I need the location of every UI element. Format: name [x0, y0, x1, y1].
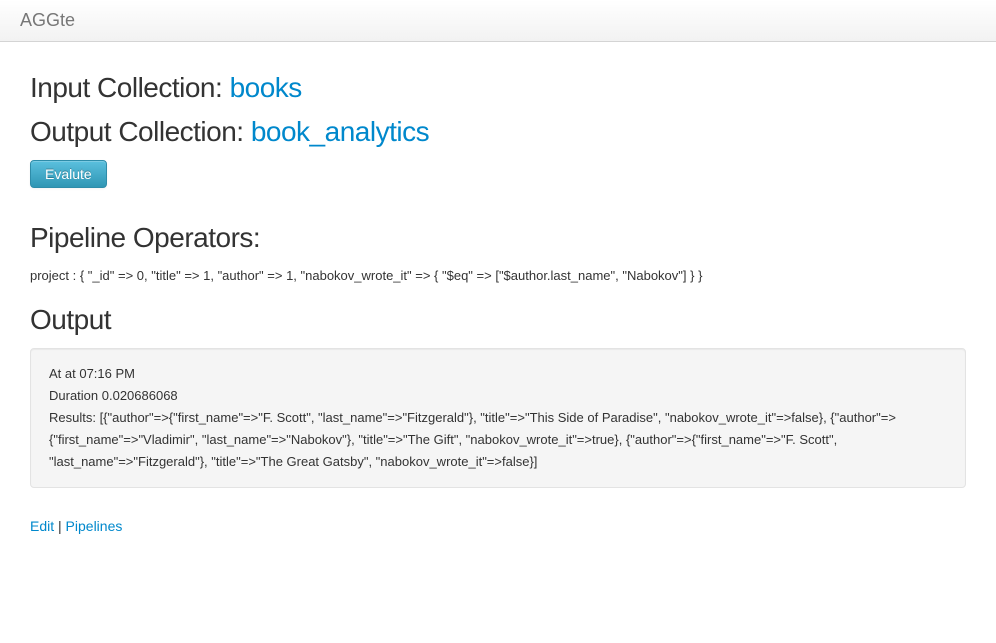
- input-collection-heading: Input Collection: books: [30, 72, 966, 104]
- pipeline-text: project : { "_id" => 0, "title" => 1, "a…: [30, 266, 966, 286]
- link-separator: |: [54, 518, 65, 534]
- output-collection-heading: Output Collection: book_analytics: [30, 116, 966, 148]
- edit-link[interactable]: Edit: [30, 518, 54, 534]
- brand-link[interactable]: AGGte: [20, 10, 75, 30]
- output-results: Results: [{"author"=>{"first_name"=>"F. …: [49, 407, 947, 473]
- output-panel: At at 07:16 PM Duration 0.020686068 Resu…: [30, 348, 966, 488]
- navbar: AGGte: [0, 0, 996, 42]
- input-collection-label: Input Collection:: [30, 72, 230, 103]
- main-container: Input Collection: books Output Collectio…: [0, 42, 996, 564]
- output-heading: Output: [30, 304, 966, 336]
- output-collection-label: Output Collection:: [30, 116, 251, 147]
- output-timestamp: At at 07:16 PM: [49, 363, 947, 385]
- bottom-links: Edit | Pipelines: [30, 518, 966, 534]
- output-collection-link[interactable]: book_analytics: [251, 116, 429, 147]
- pipeline-operators-heading: Pipeline Operators:: [30, 222, 966, 254]
- output-duration: Duration 0.020686068: [49, 385, 947, 407]
- input-collection-link[interactable]: books: [230, 72, 302, 103]
- pipelines-link[interactable]: Pipelines: [66, 518, 123, 534]
- evaluate-button[interactable]: Evalute: [30, 160, 107, 188]
